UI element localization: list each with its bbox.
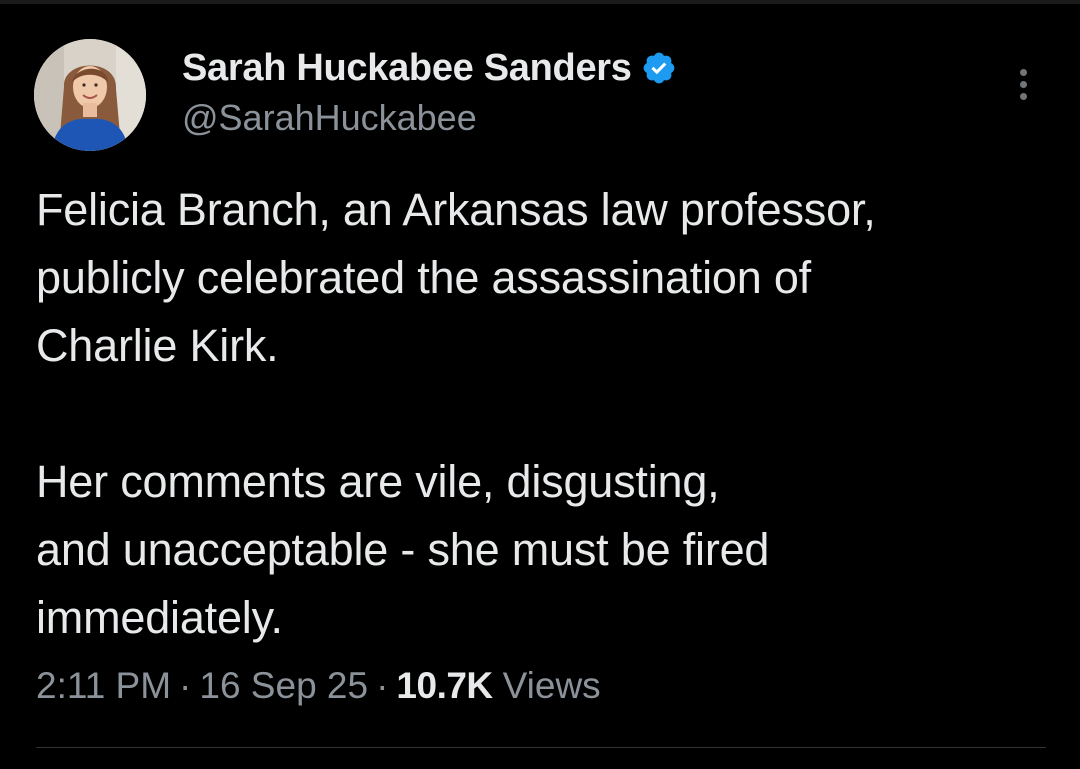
tweet-date[interactable]: 16 Sep 25 [199,665,368,707]
views-count[interactable]: 10.7K [396,665,493,707]
views-label[interactable]: Views [503,665,601,707]
more-dot [1019,68,1027,76]
tweet-time[interactable]: 2:11 PM [36,665,171,707]
bottom-divider [36,747,1046,748]
top-divider [0,0,1080,4]
tweet-paragraph: Felicia Branch, an Arkansas law professo… [36,184,876,371]
tweet-meta: 2:11 PM · 16 Sep 25 · 10.7K Views [36,665,601,707]
tweet-text: Felicia Branch, an Arkansas law professo… [36,176,1046,652]
verified-badge-icon[interactable] [641,50,677,86]
more-dot [1019,92,1027,100]
more-dot [1019,80,1027,88]
profile-photo [34,39,146,151]
author-handle[interactable]: @SarahHuckabee [182,97,477,139]
tweet-paragraph: Her comments are vile, disgusting, and u… [36,456,770,643]
more-vertical-icon[interactable] [1004,62,1042,106]
author-name-row: Sarah Huckabee Sanders [182,44,677,92]
author-display-name[interactable]: Sarah Huckabee Sanders [182,47,632,90]
avatar[interactable] [34,39,146,151]
meta-separator: · [179,665,192,706]
meta-separator: · [376,665,389,706]
